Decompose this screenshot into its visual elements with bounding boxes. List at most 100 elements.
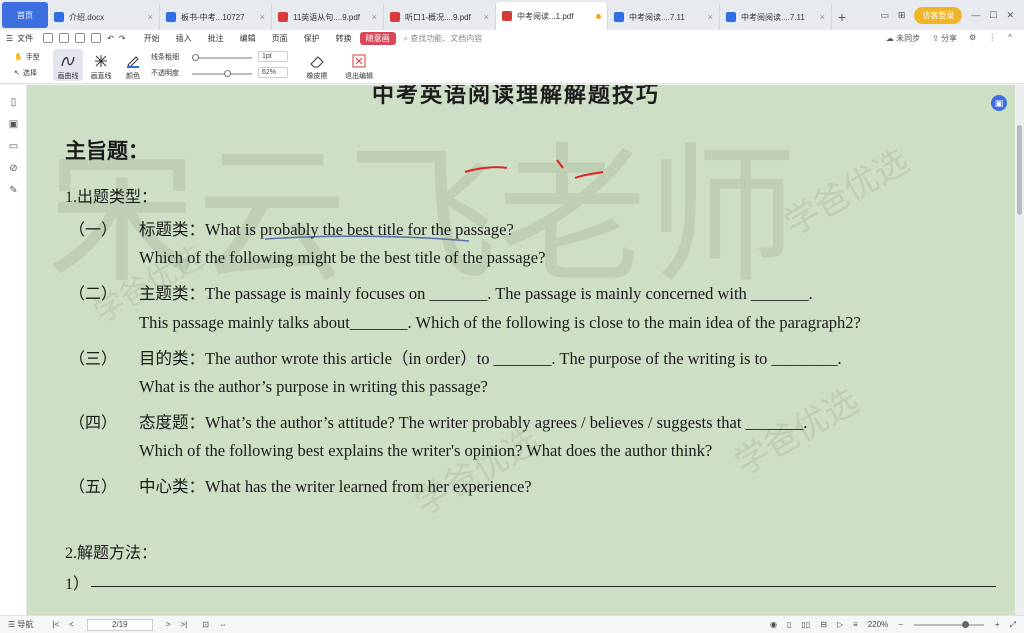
color-button[interactable]: 颜色: [118, 49, 148, 81]
opacity-label: 不透明度: [151, 70, 179, 77]
line-width-knob[interactable]: [192, 54, 199, 61]
share-button[interactable]: ⇪ 分享: [932, 33, 957, 44]
hand-tool-label: 手型: [25, 54, 40, 61]
select-tool[interactable]: ↖ 选择: [14, 68, 37, 78]
question-line: Which of the following might be the best…: [139, 248, 546, 267]
opacity-slider[interactable]: [192, 70, 252, 77]
tab-label: 板书-中考...10727: [181, 12, 245, 22]
pen-strokes: [464, 159, 604, 179]
exit-edit-button[interactable]: 退出编辑: [342, 49, 376, 81]
assistant-float-icon[interactable]: ▣: [991, 95, 1007, 111]
menu-edit[interactable]: 编辑: [232, 33, 264, 44]
draw-curve-button[interactable]: 画曲线: [53, 49, 83, 81]
zoom-slider[interactable]: [913, 620, 984, 628]
sync-button[interactable]: ☁ 未同步: [886, 33, 920, 44]
more-icon[interactable]: ⋮: [988, 33, 996, 44]
eye-icon[interactable]: ◉: [770, 620, 777, 629]
scrollbar-thumb[interactable]: [1017, 125, 1022, 215]
cloud-icon: ☁: [885, 33, 897, 43]
prev-page-icon[interactable]: <: [69, 620, 74, 629]
save-icon[interactable]: [59, 33, 70, 43]
document-page: 宋云飞老师 学爸优选 学爸优选 学爸优选 学爸优选 中考英语阅读理解解题技巧 主…: [27, 85, 1015, 615]
tab-doc-7[interactable]: 中考阅阅读....7.11 ×: [720, 4, 832, 30]
login-button[interactable]: 访客登录: [914, 6, 963, 24]
collapse-icon[interactable]: ^: [1008, 33, 1012, 44]
search-box[interactable]: ⌕ 查找功能、文档内容: [404, 33, 483, 44]
menu-insert[interactable]: 插入: [168, 33, 200, 44]
close-icon[interactable]: ×: [372, 12, 377, 22]
tab-doc-3[interactable]: 11英语从句....9.pdf ×: [272, 4, 384, 30]
redo-icon[interactable]: ↷: [119, 34, 126, 43]
attachment-icon[interactable]: ⊘: [8, 163, 19, 174]
opacity-knob[interactable]: [224, 70, 231, 77]
menu-freehand-active[interactable]: 随意画: [359, 31, 396, 45]
question-line: 目的类：The author wrote this article（in ord…: [139, 345, 842, 369]
tab-label: 介绍.docx: [69, 12, 105, 22]
tab-doc-4[interactable]: 听口1-概况....9.pdf ×: [384, 4, 496, 30]
menu-page[interactable]: 页面: [264, 33, 296, 44]
row-number: （一）: [69, 222, 118, 239]
double-page-icon[interactable]: ▯▯: [801, 620, 810, 629]
zoom-in-icon[interactable]: +: [995, 620, 1000, 629]
close-icon[interactable]: ×: [708, 12, 713, 22]
category-label: 中心类：: [139, 477, 205, 496]
undo-icon[interactable]: ↶: [107, 34, 114, 43]
line-width-slider[interactable]: [192, 54, 252, 61]
single-page-icon[interactable]: ▯: [787, 620, 791, 629]
file-menu[interactable]: ☰ 文件: [6, 33, 33, 44]
vertical-scrollbar[interactable]: [1015, 85, 1024, 615]
close-window-icon[interactable]: ✕: [1006, 10, 1014, 21]
menu-protect[interactable]: 保护: [296, 33, 328, 44]
next-page-icon[interactable]: >: [166, 620, 171, 629]
tab-doc-6[interactable]: 中考阅读....7.11 ×: [608, 4, 720, 30]
signature-icon[interactable]: ✎: [8, 185, 19, 196]
settings-icon[interactable]: ⚙: [969, 33, 976, 44]
thumbnail-icon[interactable]: ▣: [8, 119, 19, 130]
word-file-icon: [166, 12, 176, 22]
first-page-icon[interactable]: |<: [52, 620, 59, 629]
open-icon[interactable]: [43, 33, 54, 43]
question-text: What has the writer learned from her exp…: [205, 477, 532, 496]
opacity-dropdown[interactable]: 62%: [258, 67, 288, 78]
tab-home[interactable]: 首页: [2, 2, 48, 28]
play-icon[interactable]: ▷: [837, 620, 843, 629]
preview-icon[interactable]: [91, 33, 102, 43]
window-list-icon[interactable]: ▭: [880, 10, 889, 21]
layout-icon[interactable]: ⊞: [898, 10, 906, 21]
close-icon[interactable]: ×: [820, 12, 825, 22]
zoom-value[interactable]: 220%: [868, 620, 888, 629]
tab-doc-1[interactable]: 介绍.docx ×: [48, 4, 160, 30]
eraser-button[interactable]: 橡皮擦: [300, 49, 334, 81]
line-width-label: 线条粗细: [151, 54, 179, 61]
bookmark-icon[interactable]: ▯: [8, 97, 19, 108]
tab-doc-2[interactable]: 板书-中考...10727 ×: [160, 4, 272, 30]
lines-icon[interactable]: ≡: [853, 620, 858, 629]
close-icon[interactable]: ×: [484, 12, 489, 22]
zoom-out-icon[interactable]: −: [898, 620, 903, 629]
book-icon[interactable]: ⊟: [820, 620, 827, 629]
nav-button[interactable]: ☰ 导航: [8, 619, 33, 630]
maximize-icon[interactable]: ☐: [989, 10, 997, 21]
close-icon[interactable]: ×: [148, 12, 153, 22]
fit-page-icon[interactable]: ⊡: [202, 620, 209, 629]
close-icon[interactable]: ×: [260, 12, 265, 22]
fullscreen-icon[interactable]: ⤢: [1010, 620, 1016, 630]
fit-width-icon[interactable]: ⇔: [219, 620, 227, 629]
menu-convert[interactable]: 转换: [328, 33, 360, 44]
hand-tool[interactable]: ✋ 手型: [14, 52, 40, 62]
new-tab-plus-icon[interactable]: +: [832, 4, 852, 30]
menu-annotate[interactable]: 批注: [200, 33, 232, 44]
draw-line-button[interactable]: 画直线: [86, 49, 116, 81]
line-width-dropdown[interactable]: 1pt: [258, 51, 288, 62]
page-number-field[interactable]: 2/19: [86, 618, 153, 631]
last-page-icon[interactable]: >|: [181, 620, 188, 629]
question-line: 态度题：What’s the author’s attitude? The wr…: [139, 409, 807, 433]
comment-icon[interactable]: ▭: [8, 141, 19, 152]
tab-label: 11英语从句....9.pdf: [293, 12, 360, 22]
print-icon[interactable]: [75, 33, 86, 43]
zoom-knob[interactable]: [961, 620, 969, 628]
exit-edit-label: 退出编辑: [345, 73, 373, 80]
minimize-icon[interactable]: —: [971, 10, 980, 20]
menu-start[interactable]: 开始: [136, 33, 168, 44]
tab-doc-5-active[interactable]: 中考阅读...1.pdf: [496, 2, 608, 30]
